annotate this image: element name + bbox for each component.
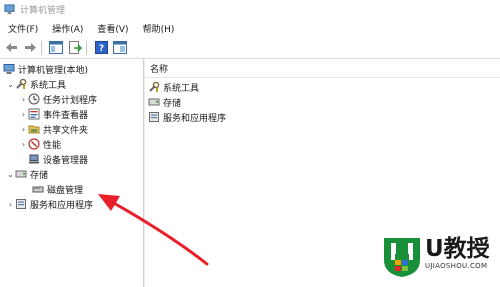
list-item-label: 系统工具 [163,83,200,94]
console-tree-icon [49,41,63,54]
watermark-url: UJIAOSHOU.COM [425,262,488,270]
services-icon [148,111,160,123]
watermark: U教授 UJIAOSHOU.COM [382,236,500,287]
chevron-down-icon[interactable]: ⌄ [6,170,15,179]
list-item[interactable]: 存储 [148,95,181,109]
tree-item-label: 任务计划程序 [43,95,98,106]
tree-item-disk-management[interactable]: 磁盘管理 [32,182,83,196]
tree-item-performance[interactable]: › 性能 [19,137,61,151]
performance-icon [28,138,40,150]
tree-item-label: 性能 [43,140,62,151]
device-manager-icon [28,153,40,165]
tree-item-label: 存储 [30,170,49,181]
console-tree: 计算机管理(本地) ⌄ 系统工具 › 任务计划程序 › 事件查看器 › 共享文件… [0,59,144,287]
menu-view[interactable]: 查看(V) [97,22,128,35]
forward-arrow-icon [24,43,36,52]
column-header-label: 名称 [150,64,169,75]
list-item[interactable]: 服务和应用程序 [148,110,226,124]
list-item-label: 服务和应用程序 [163,113,227,124]
help-button[interactable]: ? [93,40,109,56]
back-button[interactable] [3,40,19,56]
svg-text:?: ? [98,44,103,54]
menu-file[interactable]: 文件(F) [8,22,38,35]
tree-item-label: 事件查看器 [43,110,89,121]
tree-item-label: 计算机管理(本地) [18,65,89,76]
toolbar-separator [86,40,87,55]
properties-icon [113,41,127,54]
list-item[interactable]: 系统工具 [148,80,199,94]
help-icon: ? [94,41,108,54]
tree-item-task-scheduler[interactable]: › 任务计划程序 [19,92,97,106]
pane-splitter[interactable] [144,59,145,287]
tree-item-root[interactable]: 计算机管理(本地) [3,62,88,76]
menu-bar: 文件(F) 操作(A) 查看(V) 帮助(H) [0,19,500,37]
tree-item-system-tools[interactable]: ⌄ 系统工具 [6,77,66,91]
tree-item-label: 设备管理器 [43,155,89,166]
chevron-right-icon[interactable]: › [19,140,28,149]
show-hide-console-tree-button[interactable] [48,40,64,56]
storage-icon [15,168,27,180]
export-list-icon [69,41,82,54]
watermark-text: U教授 UJIAOSHOU.COM [425,236,490,270]
tree-item-label: 磁盘管理 [47,185,84,196]
menu-action[interactable]: 操作(A) [52,22,83,35]
toolbar: ? [0,37,500,59]
tools-icon [15,78,27,90]
properties-button[interactable] [112,40,128,56]
chevron-right-icon[interactable]: › [19,125,28,134]
forward-button[interactable] [22,40,38,56]
tree-item-services-apps[interactable]: › 服务和应用程序 [6,197,93,211]
window-title: 计算机管理 [20,6,66,16]
tree-item-storage[interactable]: ⌄ 存储 [6,167,48,181]
chevron-right-icon[interactable]: › [6,200,15,209]
tree-item-label: 系统工具 [30,80,67,91]
clock-icon [28,93,40,105]
chevron-right-icon[interactable]: › [19,110,28,119]
back-arrow-icon [5,43,17,52]
event-viewer-icon [28,108,40,120]
tree-item-shared-folders[interactable]: › 共享文件夹 [19,122,88,136]
ujiaoshou-logo-icon [384,238,420,277]
list-item-label: 存储 [163,98,182,109]
watermark-brand: U教授 [425,236,490,262]
chevron-down-icon[interactable]: ⌄ [6,80,15,89]
computer-management-icon [3,63,15,75]
tree-item-label: 服务和应用程序 [30,200,94,211]
tree-item-device-manager[interactable]: 设备管理器 [28,152,88,166]
tools-icon [148,81,160,93]
menu-help[interactable]: 帮助(H) [143,22,175,35]
tree-item-event-viewer[interactable]: › 事件查看器 [19,107,88,121]
disk-management-icon [32,183,44,195]
shared-folder-icon [28,123,40,135]
chevron-right-icon[interactable]: › [19,95,28,104]
computer-management-icon [4,4,15,15]
tree-item-label: 共享文件夹 [43,125,89,136]
toolbar-separator [41,40,42,55]
column-header-name[interactable]: 名称 [146,59,500,78]
services-icon [15,198,27,210]
export-list-button[interactable] [67,40,83,56]
title-bar: 计算机管理 [0,0,500,19]
storage-icon [148,96,160,108]
